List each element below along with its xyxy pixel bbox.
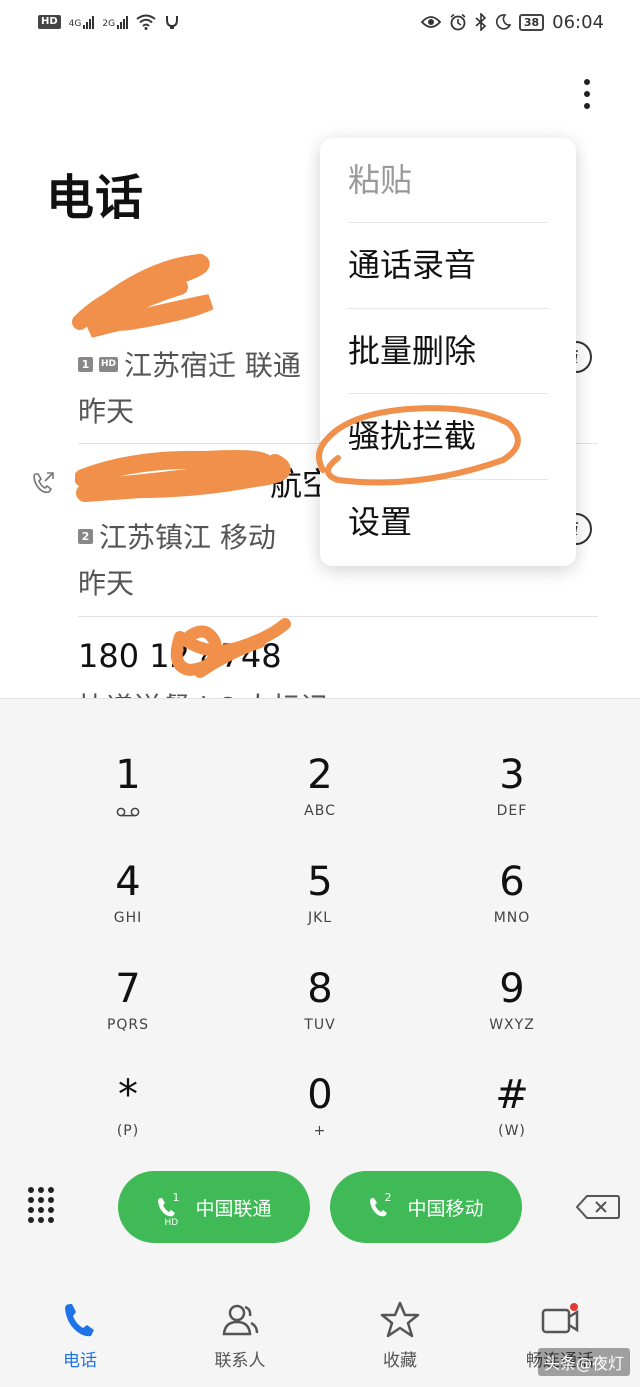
page-title: 电话 (46, 170, 145, 226)
key-digit: 2 (307, 752, 333, 798)
signal-bars-icon (83, 15, 95, 29)
menu-item-batch-delete[interactable]: 批量删除 (348, 309, 548, 393)
key-digit: 4 (115, 859, 141, 905)
call-number: 180 12 4748 (78, 637, 282, 675)
dialpad-toggle-icon[interactable] (28, 1187, 58, 1223)
key-digit: # (495, 1072, 529, 1118)
key-letters: (W) (498, 1123, 526, 1139)
phone-icon: 2 (368, 1191, 397, 1218)
status-bar-left: HD 4G 2G (38, 14, 180, 30)
nav-label: 电话 (63, 1351, 97, 1371)
call-button-sim1[interactable]: 1 HD 中国联通 (118, 1171, 310, 1243)
call-button-label: 中国移动 (407, 1197, 484, 1220)
video-call-icon (541, 1303, 579, 1334)
menu-item-harassment-block[interactable]: 骚扰拦截 (348, 394, 548, 478)
menu-item-paste[interactable]: 粘贴 (348, 138, 548, 222)
call-location: 江苏镇江 移动 (99, 521, 276, 554)
key-digit: 5 (307, 859, 333, 905)
hd-badge: HD (38, 15, 61, 29)
eye-icon (420, 16, 441, 28)
alarm-icon (450, 13, 466, 31)
key-2[interactable]: 2 ABC (245, 751, 395, 843)
key-6[interactable]: 6 MNO (437, 858, 587, 950)
hd-badge: HD (99, 356, 119, 372)
nav-item-contacts[interactable]: 联系人 (160, 1290, 320, 1386)
wifi-icon (136, 14, 156, 30)
key-hash[interactable]: # (W) (437, 1071, 587, 1163)
call-log-item[interactable]: 180 12 4748 快递送餐 | 6 人标记 (78, 634, 598, 698)
key-letters: PQRS (106, 1017, 150, 1033)
key-digit: 8 (307, 966, 333, 1012)
key-digit: 6 (499, 859, 525, 905)
nav-item-phone[interactable]: 电话 (0, 1290, 160, 1386)
key-4[interactable]: 4 GHI (53, 858, 203, 950)
key-digit: 0 (307, 1072, 333, 1118)
moon-icon (495, 14, 511, 30)
call-button-label: 中国联通 (195, 1197, 272, 1220)
key-letters: DEF (496, 803, 528, 819)
status-bar-right: 38 06:04 (420, 11, 604, 33)
overflow-menu: 粘贴 通话录音 批量删除 骚扰拦截 设置 (320, 138, 576, 566)
key-digit: 1 (115, 752, 141, 798)
key-letters: WXYZ (489, 1017, 535, 1033)
key-digit: 9 (499, 966, 525, 1012)
phone-icon: 1 HD (156, 1191, 185, 1228)
key-star[interactable]: * (P) (53, 1071, 203, 1163)
watermark: 头条@夜灯 (537, 1348, 630, 1376)
sim-1-badge: 1 (78, 356, 93, 372)
sim-number: 2 (384, 1190, 392, 1204)
key-letters: (P) (116, 1123, 140, 1139)
call-location: 江苏宿迁 联通 (124, 349, 301, 382)
star-icon (380, 1301, 420, 1338)
sim-2-badge: 2 (78, 528, 93, 544)
key-7[interactable]: 7 PQRS (53, 965, 203, 1057)
key-letters: ABC (304, 803, 336, 819)
menu-item-settings[interactable]: 设置 (348, 480, 548, 564)
key-letters: + (313, 1123, 327, 1139)
key-letters: TUV (304, 1017, 336, 1033)
key-1[interactable]: 1 (53, 751, 203, 843)
key-8[interactable]: 8 TUV (245, 965, 395, 1057)
key-digit: * (118, 1072, 138, 1118)
key-letters: JKL (307, 910, 333, 926)
call-tag: 快递送餐 | 6 人标记 (78, 684, 598, 698)
outgoing-call-icon (33, 472, 54, 494)
more-options-icon[interactable] (567, 72, 607, 116)
nav-item-favorites[interactable]: 收藏 (320, 1290, 480, 1386)
menu-item-call-recording[interactable]: 通话录音 (348, 223, 548, 307)
app-notification-icon (166, 16, 179, 29)
sim-number: 1 (172, 1190, 180, 1204)
key-digit: 7 (115, 966, 141, 1012)
nav-label: 收藏 (383, 1351, 417, 1371)
key-5[interactable]: 5 JKL (245, 858, 395, 950)
key-3[interactable]: 3 DEF (437, 751, 587, 843)
key-letters: MNO (493, 910, 531, 926)
status-time: 06:04 (552, 11, 604, 33)
divider (78, 616, 598, 617)
backspace-icon[interactable] (575, 1194, 621, 1220)
contacts-icon (222, 1304, 259, 1336)
call-button-sim2[interactable]: 2 中国移动 (330, 1171, 522, 1243)
signal-2: 2G (102, 15, 129, 29)
battery-icon: 38 (518, 13, 545, 31)
call-time: 昨天 (78, 567, 135, 600)
signal-bars-icon (117, 15, 129, 29)
nav-label: 联系人 (214, 1351, 266, 1371)
dialpad-panel: 1 2 ABC 3 DEF 4 GHI 5 JKL 6 MNO 7 PQRS 8… (0, 698, 640, 1387)
net-1-label: 4G (68, 19, 82, 29)
bluetooth-icon (475, 13, 486, 31)
key-0[interactable]: 0 + (245, 1071, 395, 1163)
voicemail-icon (116, 807, 140, 817)
status-bar: HD 4G 2G 38 06:04 (0, 0, 640, 44)
net-2-label: 2G (102, 19, 116, 29)
phone-icon (65, 1304, 94, 1337)
key-letters: GHI (113, 910, 143, 926)
signal-1: 4G (69, 15, 95, 29)
hd-label: HD (164, 1218, 179, 1228)
key-9[interactable]: 9 WXYZ (437, 965, 587, 1057)
key-digit: 3 (499, 752, 525, 798)
